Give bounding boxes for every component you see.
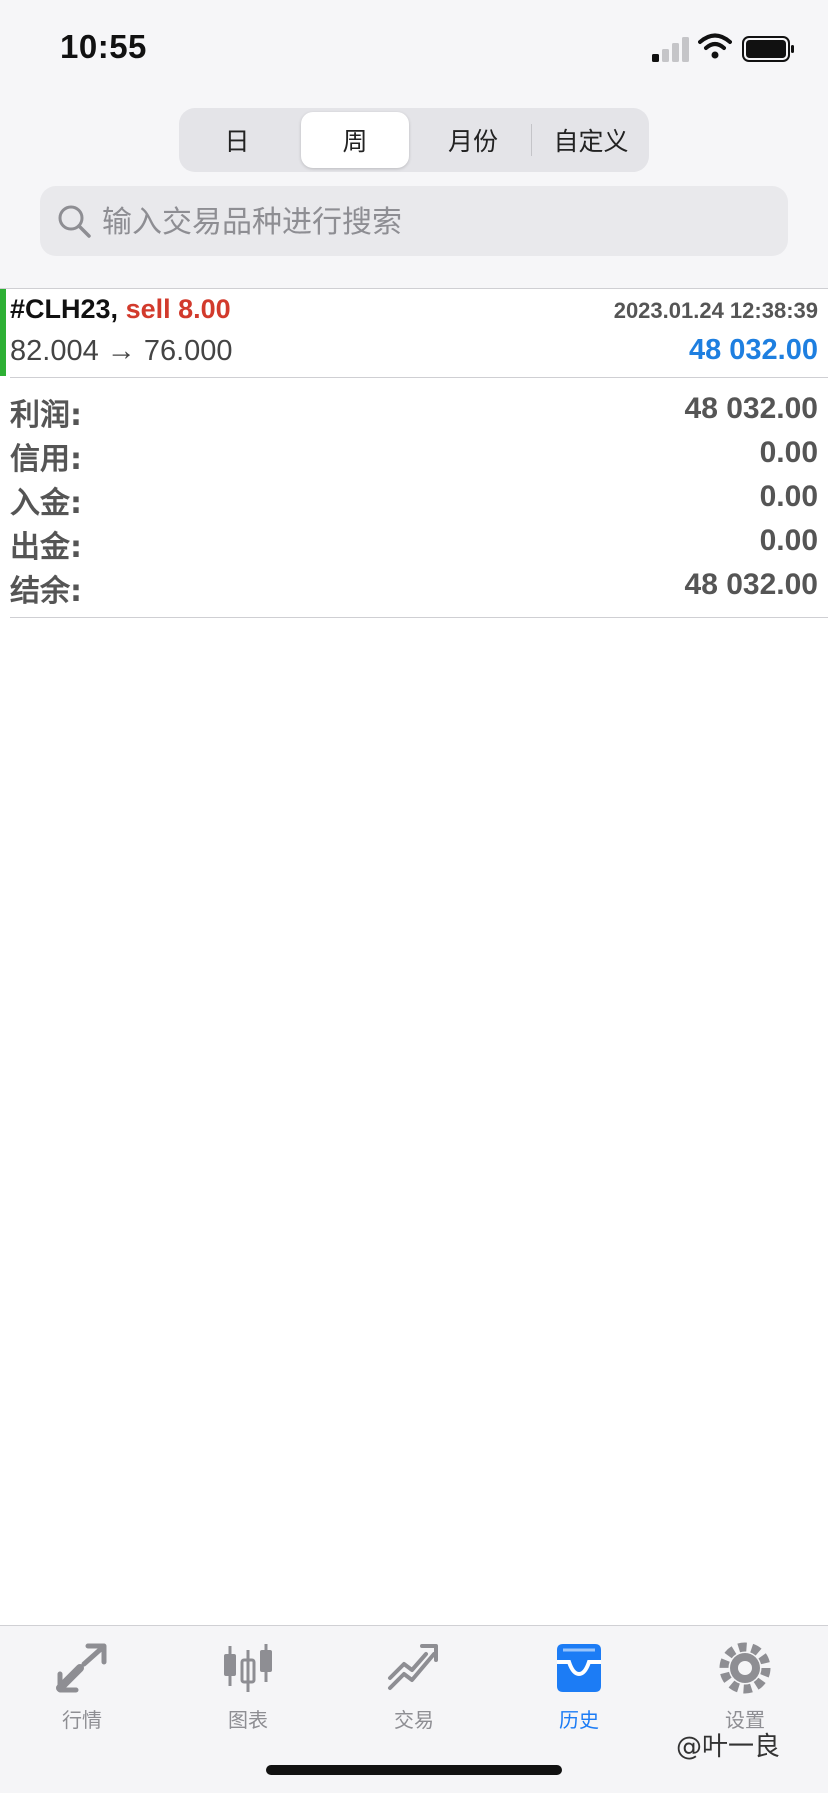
- settings-icon: [719, 1642, 771, 1694]
- tab-label: 行情: [62, 1708, 102, 1732]
- deal-profit: 48 032.00: [688, 334, 818, 366]
- deal-datetime: 2023.01.24 12:38:39: [613, 298, 818, 323]
- search-input[interactable]: [100, 186, 774, 258]
- summary-value: 48 032.00: [684, 568, 818, 601]
- tab-label: 图表: [228, 1708, 268, 1732]
- summary-row-balance: 结余: 48 032.00: [10, 566, 818, 610]
- trade-icon: [388, 1644, 438, 1690]
- tab-history[interactable]: 历史: [524, 1640, 634, 1740]
- summary-label: 结余:: [10, 574, 82, 609]
- summary-row-withdrawal: 出金: 0.00: [10, 522, 818, 566]
- chart-icon: [224, 1644, 272, 1692]
- tab-label: 交易: [394, 1708, 434, 1732]
- tab-week[interactable]: 周: [301, 112, 409, 168]
- tab-quotes[interactable]: 行情: [27, 1640, 137, 1740]
- section-divider: [0, 288, 828, 289]
- tab-day[interactable]: 日: [183, 112, 291, 168]
- deal-divider: [10, 377, 828, 378]
- status-time: 10:55: [60, 28, 147, 65]
- wifi-icon: [698, 33, 732, 59]
- cellular-signal-icon: [652, 37, 689, 62]
- summary-divider: [10, 617, 828, 618]
- tab-trade[interactable]: 交易: [359, 1640, 469, 1740]
- tab-custom[interactable]: 自定义: [537, 112, 645, 168]
- summary-row-profit: 利润: 48 032.00: [10, 390, 818, 434]
- tab-month[interactable]: 月份: [419, 112, 527, 168]
- battery-icon: [742, 36, 794, 62]
- summary-value: 0.00: [759, 480, 818, 513]
- watermark: @叶一良: [676, 1732, 781, 1762]
- summary-label: 利润:: [10, 398, 82, 433]
- summary-value: 0.00: [759, 436, 818, 469]
- deal-indicator-bar: [0, 289, 6, 376]
- deal-prices: 82.004 → 76.000: [10, 335, 233, 367]
- segment-divider: [531, 124, 532, 156]
- history-icon: [557, 1644, 601, 1692]
- summary-label: 出金:: [10, 530, 82, 565]
- summary-value: 0.00: [759, 524, 818, 557]
- search-bar[interactable]: [40, 186, 788, 258]
- deal-title: #CLH23, sell 8.00: [10, 294, 231, 325]
- summary-row-credit: 信用: 0.00: [10, 434, 818, 478]
- search-icon: [58, 205, 91, 238]
- tab-settings[interactable]: 设置: [690, 1640, 800, 1740]
- summary-value: 48 032.00: [684, 392, 818, 425]
- quotes-icon: [56, 1643, 107, 1693]
- tab-label: 历史: [559, 1708, 599, 1732]
- summary-label: 信用:: [10, 442, 82, 477]
- summary-row-deposit: 入金: 0.00: [10, 478, 818, 522]
- home-indicator[interactable]: [266, 1765, 562, 1775]
- tab-chart[interactable]: 图表: [193, 1640, 303, 1740]
- deal-symbol: #CLH23,: [10, 294, 119, 324]
- period-segmented-control: 日 周 月份 自定义: [179, 108, 649, 172]
- deal-side-volume: sell 8.00: [125, 294, 231, 324]
- summary-label: 入金:: [10, 486, 82, 521]
